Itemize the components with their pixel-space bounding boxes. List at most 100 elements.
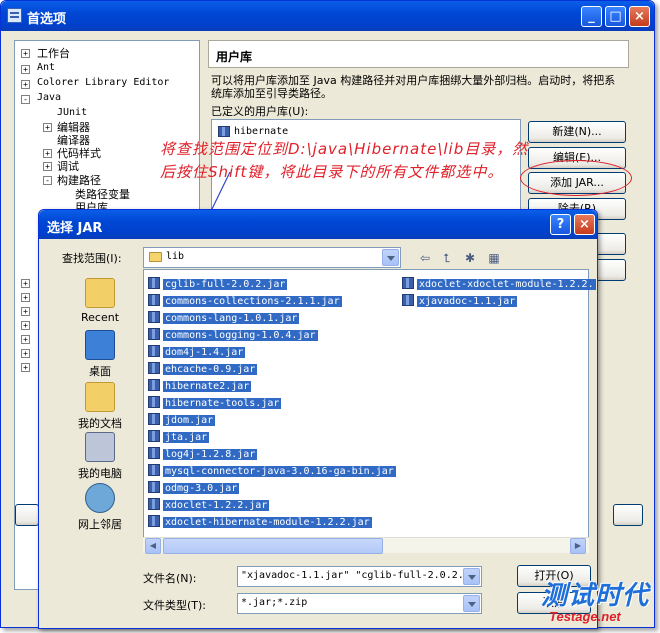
jar-icon [402,277,414,289]
file-item[interactable]: xdoclet-hibernate-module-1.2.2.jar [148,515,372,529]
tree-item-workbench[interactable]: 工作台 [37,45,70,61]
new-button[interactable]: 新建(N)... [528,121,626,143]
jar-icon [148,311,160,323]
file-item[interactable]: dom4j-1.4.jar [148,345,246,359]
file-item[interactable]: commons-logging-1.0.4.jar [148,328,318,342]
choose-jar-dialog: 选择 JAR ? × 查找范围(I): lib ⇦ ⮤ ✱ ▦ Recent 桌… [38,209,598,629]
tree-item-ant[interactable]: Ant [37,62,55,73]
expand-icon[interactable]: + [43,149,52,158]
expand-icon[interactable]: + [21,65,30,74]
file-item[interactable]: jta.jar [148,430,210,444]
file-item[interactable]: log4j-1.2.8.jar [148,447,258,461]
recent-folder-icon [85,278,115,308]
look-in-combo[interactable]: lib [143,247,401,268]
annotation-oval [520,160,632,196]
scroll-right-icon[interactable]: ▶ [570,538,586,554]
filetype-select[interactable]: *.jar;*.zip [237,593,482,614]
file-item[interactable]: xdoclet-xdoclet-module-1.2.2. [402,277,596,291]
file-item[interactable]: hibernate-tools.jar [148,396,282,410]
page-header: 用户库 [208,40,629,68]
place-documents[interactable]: 我的文档 [55,382,145,431]
view-menu-icon[interactable]: ▦ [484,248,504,268]
file-item[interactable]: xjavadoc-1.1.jar [402,294,518,308]
jar-icon [148,464,160,476]
library-icon [218,126,230,137]
filename-label: 文件名(N): [143,572,197,585]
up-folder-icon[interactable]: ⮤ [437,248,457,268]
file-list-scrollbar[interactable]: ◀ ▶ [143,537,589,554]
desktop-icon [85,330,115,360]
tree-item-junit[interactable]: JUnit [57,107,87,118]
jar-icon [402,294,414,306]
folder-icon [149,252,162,262]
file-item[interactable]: cglib-full-2.0.2.jar [148,277,288,291]
file-item[interactable]: odmg-3.0.jar [148,481,240,495]
jar-icon [148,328,160,340]
window-title: 首选项 [27,12,67,27]
place-network[interactable]: 网上邻居 [55,483,145,532]
expand-icon[interactable]: + [21,279,30,288]
expand-icon[interactable]: + [21,293,30,302]
jar-icon [148,430,160,442]
place-desktop[interactable]: 桌面 [55,330,145,379]
jar-icon [148,481,160,493]
jar-icon [148,413,160,425]
bottom-button[interactable] [15,504,39,526]
expand-icon[interactable]: + [43,123,52,132]
look-in-label: 查找范围(I): [62,252,122,265]
file-item[interactable]: mysql-connector-java-3.0.16-ga-bin.jar [148,464,396,478]
jar-icon [148,294,160,306]
jar-icon [148,498,160,510]
expand-icon[interactable]: + [21,363,30,372]
dropdown-arrow-icon[interactable] [463,595,480,612]
file-item[interactable]: xdoclet-1.2.2.jar [148,498,270,512]
window-icon [7,8,22,23]
expand-icon[interactable]: + [21,80,30,89]
expand-icon[interactable]: + [21,349,30,358]
jar-icon [148,345,160,357]
filename-input[interactable]: "xjavadoc-1.1.jar" "cglib-full-2.0.2. [237,566,482,587]
tree-item-colorer[interactable]: Colorer Library Editor [37,77,169,88]
filetype-label: 文件类型(T): [143,599,207,612]
place-recent[interactable]: Recent [55,278,145,324]
defined-libs-label: 已定义的用户库(U): [211,105,309,118]
expand-icon[interactable]: + [21,307,30,316]
close-button[interactable]: × [629,6,650,27]
jar-icon [148,447,160,459]
dropdown-arrow-icon[interactable] [382,249,399,266]
library-item[interactable]: hibernate [234,126,288,137]
page-title: 用户库 [216,50,253,64]
page-description: 可以将用户库添加至 Java 构建路径并对用户库捆绑大量外部归档。启动时，将把系… [211,74,616,100]
collapse-icon[interactable]: - [43,176,52,185]
file-item[interactable]: jdom.jar [148,413,216,427]
dropdown-arrow-icon[interactable] [463,568,480,585]
jar-icon [148,396,160,408]
file-list[interactable]: cglib-full-2.0.2.jar commons-collections… [143,269,596,552]
scroll-left-icon[interactable]: ◀ [145,538,161,554]
dialog-close-button[interactable]: × [574,214,595,235]
bottom-button[interactable] [613,504,643,526]
scroll-thumb[interactable] [163,538,383,554]
help-button[interactable]: ? [550,214,571,235]
expand-icon[interactable]: + [21,49,30,58]
file-item[interactable]: commons-collections-2.1.1.jar [148,294,342,308]
tree-item-java[interactable]: Java [37,92,61,103]
expand-icon[interactable]: + [21,335,30,344]
jar-icon [148,277,160,289]
minimize-button[interactable]: _ [581,6,602,27]
back-icon[interactable]: ⇦ [415,248,435,268]
jar-icon [148,515,160,527]
expand-icon[interactable]: + [43,162,52,171]
jar-icon [148,362,160,374]
maximize-button[interactable]: □ [605,6,626,27]
new-folder-icon[interactable]: ✱ [460,248,480,268]
file-item[interactable]: commons-lang-1.0.1.jar [148,311,300,325]
collapse-icon[interactable]: - [21,95,30,104]
expand-icon[interactable]: + [21,321,30,330]
place-computer[interactable]: 我的电脑 [55,432,145,481]
file-item[interactable]: hibernate2.jar [148,379,252,393]
watermark-logo: 测试时代 Testage.net [541,581,650,624]
documents-folder-icon [85,382,115,412]
look-in-value: lib [166,251,185,262]
file-item[interactable]: ehcache-0.9.jar [148,362,258,376]
